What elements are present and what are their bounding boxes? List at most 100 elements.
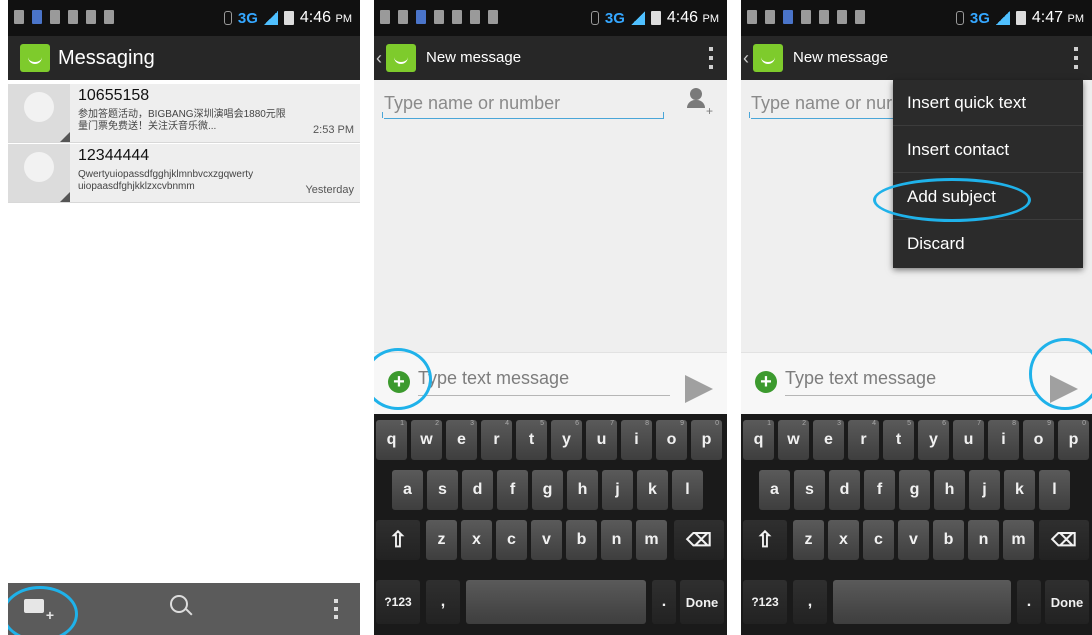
usb-icon (50, 10, 60, 24)
battery-icon (650, 11, 661, 25)
key[interactable]: 9o (1023, 420, 1054, 460)
key[interactable]: 0p (691, 420, 722, 460)
key[interactable]: c (863, 520, 894, 560)
key[interactable]: x (461, 520, 492, 560)
message-input[interactable]: Type text message (785, 365, 1037, 396)
shift-key[interactable]: ⇧ (376, 520, 420, 560)
back-chevron-icon[interactable]: ‹ (376, 48, 382, 69)
key[interactable]: b (566, 520, 597, 560)
done-key[interactable]: Done (680, 580, 724, 624)
notification-icon (783, 10, 793, 24)
conversation-item[interactable]: 12344444 Qwertyuiopassdfgghjklmnbvcxzgqw… (8, 144, 360, 203)
messaging-screen: 3G 4:46 PM Messaging 10655158 参加答题活动，BIG… (8, 0, 360, 635)
key[interactable]: 0p (1058, 420, 1089, 460)
key[interactable]: l (1039, 470, 1070, 510)
notification-icons (747, 10, 865, 24)
key[interactable]: s (794, 470, 825, 510)
key[interactable]: 7u (586, 420, 617, 460)
key[interactable]: n (968, 520, 999, 560)
key[interactable]: l (672, 470, 703, 510)
menu-item-insert-quick-text[interactable]: Insert quick text (893, 80, 1083, 126)
overflow-menu-icon[interactable] (709, 47, 713, 69)
notification-icons (380, 10, 498, 24)
key[interactable]: 3e (813, 420, 844, 460)
battery-icon (1015, 11, 1026, 25)
key[interactable]: 2w (778, 420, 809, 460)
key[interactable]: g (532, 470, 563, 510)
key[interactable]: n (601, 520, 632, 560)
key[interactable]: 8i (988, 420, 1019, 460)
bluetooth-icon (590, 11, 599, 25)
menu-item-discard[interactable]: Discard (893, 221, 1083, 267)
key[interactable]: 3e (446, 420, 477, 460)
symbols-key[interactable]: ?123 (376, 580, 420, 624)
key[interactable]: k (637, 470, 668, 510)
key[interactable]: a (392, 470, 423, 510)
menu-item-insert-contact[interactable]: Insert contact (893, 127, 1083, 173)
message-input[interactable]: Type text message (418, 365, 670, 396)
overflow-menu-icon[interactable] (1074, 47, 1078, 69)
key[interactable]: v (898, 520, 929, 560)
period-key[interactable]: . (652, 580, 676, 624)
key[interactable]: k (1004, 470, 1035, 510)
key[interactable]: 4r (848, 420, 879, 460)
conversation-item[interactable]: 10655158 参加答题活动，BIGBANG深圳演唱会1880元限量门票免费送… (8, 84, 360, 143)
space-key[interactable] (466, 580, 646, 624)
period-key[interactable]: . (1017, 580, 1041, 624)
attach-icon[interactable]: + (755, 371, 777, 393)
key[interactable]: d (829, 470, 860, 510)
key[interactable]: 5t (883, 420, 914, 460)
notification-icon (32, 10, 42, 24)
key[interactable]: h (567, 470, 598, 510)
key[interactable]: 7u (953, 420, 984, 460)
delete-key[interactable]: ⌫ (1039, 520, 1089, 560)
key[interactable]: 1q (743, 420, 774, 460)
key[interactable]: 9o (656, 420, 687, 460)
key[interactable]: z (793, 520, 824, 560)
key[interactable]: z (426, 520, 457, 560)
key[interactable]: f (864, 470, 895, 510)
recipient-input[interactable]: Type name or number (382, 88, 664, 119)
key[interactable]: 6y (918, 420, 949, 460)
key[interactable]: m (636, 520, 667, 560)
key[interactable]: g (899, 470, 930, 510)
notification-icon (855, 10, 865, 24)
key[interactable]: m (1003, 520, 1034, 560)
comma-key[interactable]: , (793, 580, 827, 624)
send-icon[interactable] (685, 375, 713, 403)
key[interactable]: s (427, 470, 458, 510)
key[interactable]: b (933, 520, 964, 560)
key[interactable]: c (496, 520, 527, 560)
status-bar: 3G 4:46 PM (374, 0, 727, 36)
messaging-app-icon[interactable] (386, 44, 416, 72)
key[interactable]: v (531, 520, 562, 560)
key[interactable]: j (969, 470, 1000, 510)
space-key[interactable] (833, 580, 1011, 624)
key[interactable]: x (828, 520, 859, 560)
add-contact-icon[interactable] (687, 88, 705, 108)
messaging-app-icon[interactable] (753, 44, 783, 72)
key[interactable]: 8i (621, 420, 652, 460)
key[interactable]: 4r (481, 420, 512, 460)
delete-key[interactable]: ⌫ (674, 520, 724, 560)
symbols-key[interactable]: ?123 (743, 580, 787, 624)
key[interactable]: 5t (516, 420, 547, 460)
key[interactable]: 6y (551, 420, 582, 460)
search-icon[interactable] (170, 595, 188, 613)
contact-avatar[interactable] (8, 84, 70, 142)
notification-icon (470, 10, 480, 24)
key[interactable]: d (462, 470, 493, 510)
done-key[interactable]: Done (1045, 580, 1089, 624)
comma-key[interactable]: , (426, 580, 460, 624)
key[interactable]: j (602, 470, 633, 510)
key[interactable]: h (934, 470, 965, 510)
key[interactable]: f (497, 470, 528, 510)
key[interactable]: 2w (411, 420, 442, 460)
overflow-menu-icon[interactable] (334, 599, 338, 619)
messaging-app-icon (20, 44, 50, 72)
shift-key[interactable]: ⇧ (743, 520, 787, 560)
key[interactable]: a (759, 470, 790, 510)
back-chevron-icon[interactable]: ‹ (743, 48, 749, 69)
contact-avatar[interactable] (8, 144, 70, 202)
key[interactable]: 1q (376, 420, 407, 460)
